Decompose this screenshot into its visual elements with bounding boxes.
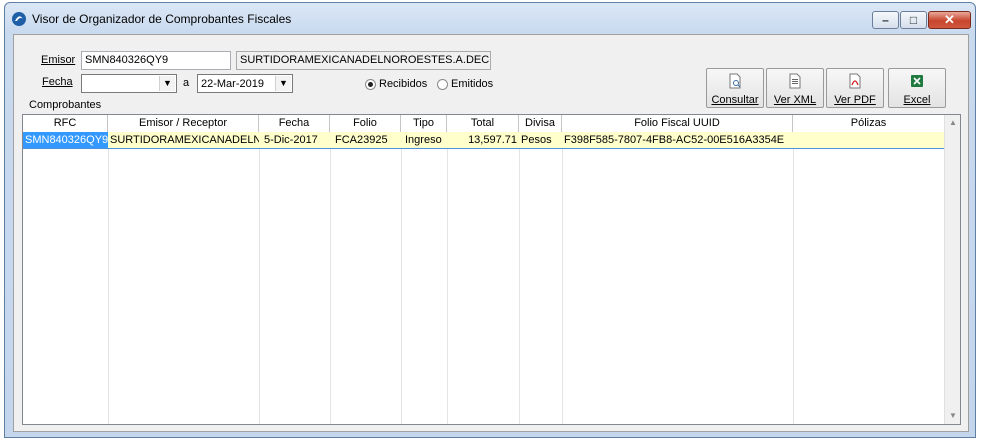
fecha-to-value: 22-Mar-2019 [201, 78, 264, 90]
col-header-folio[interactable]: Folio [330, 115, 401, 132]
consultar-button[interactable]: Consultar [706, 68, 764, 108]
xml-document-icon [789, 73, 801, 89]
cell-polizas[interactable] [793, 132, 945, 148]
title-bar[interactable]: Visor de Organizador de Comprobantes Fis… [5, 3, 975, 33]
col-header-fecha[interactable]: Fecha [259, 115, 330, 132]
client-area: Emisor SMN840326QY9 SURTIDORAMEXICANADEL… [13, 34, 969, 432]
ver-pdf-label: Ver PDF [834, 94, 876, 106]
cell-emisor-receptor[interactable]: SURTIDORAMEXICANADELNOI [108, 132, 259, 148]
column-divider [401, 132, 402, 424]
cell-total[interactable]: 13,597.71 [447, 132, 519, 148]
fecha-label: Fecha [42, 76, 73, 88]
emisor-name-field: SURTIDORAMEXICANADELNOROESTES.A.DEC.V. [236, 51, 491, 70]
close-button[interactable]: ✕ [928, 11, 971, 29]
cell-divisa[interactable]: Pesos [519, 132, 562, 148]
cell-folio-fiscal-uuid[interactable]: F398F585-7807-4FB8-AC52-00E516A3354E [562, 132, 793, 148]
col-header-total[interactable]: Total [447, 115, 519, 132]
col-header-folio-fiscal-uuid[interactable]: Folio Fiscal UUID [562, 115, 793, 132]
minimize-button[interactable]: – [872, 11, 899, 29]
emisor-rfc-input[interactable]: SMN840326QY9 [81, 51, 231, 70]
cell-tipo[interactable]: Ingreso [401, 132, 447, 148]
ver-pdf-button[interactable]: Ver PDF [826, 68, 884, 108]
column-divider [330, 132, 331, 424]
col-header-emisor-receptor[interactable]: Emisor / Receptor [108, 115, 259, 132]
consultar-label: Consultar [711, 94, 759, 106]
fecha-to-select[interactable]: 22-Mar-2019 ▼ [197, 74, 293, 93]
pdf-document-icon [849, 73, 861, 89]
col-header-polizas[interactable]: Pólizas [793, 115, 945, 132]
emisor-label: Emisor [41, 54, 75, 66]
maximize-icon: □ [909, 13, 918, 27]
column-divider [259, 132, 260, 424]
comprobantes-label: Comprobantes [29, 99, 102, 111]
minimize-icon: – [882, 13, 889, 27]
vertical-scrollbar[interactable]: ▲ ▼ [944, 115, 960, 424]
column-divider [562, 132, 563, 424]
a-label: a [183, 77, 190, 89]
comprobantes-grid[interactable]: RFC Emisor / Receptor Fecha Folio Tipo T… [22, 114, 961, 425]
ver-xml-label: Ver XML [773, 94, 817, 106]
ver-xml-button[interactable]: Ver XML [766, 68, 824, 108]
column-divider [519, 132, 520, 424]
col-header-divisa[interactable]: Divisa [519, 115, 562, 132]
document-search-icon [729, 73, 741, 89]
maximize-button[interactable]: □ [900, 11, 927, 29]
col-header-rfc[interactable]: RFC [23, 115, 108, 132]
close-icon: ✕ [944, 12, 955, 27]
column-divider [447, 132, 448, 424]
column-divider [108, 132, 109, 424]
chevron-down-icon[interactable]: ▼ [159, 76, 175, 91]
recibidos-label[interactable]: Recibidos [379, 78, 427, 90]
app-window: Visor de Organizador de Comprobantes Fis… [4, 2, 976, 438]
recibidos-radio[interactable] [365, 79, 376, 90]
chevron-down-icon[interactable]: ▼ [275, 76, 291, 91]
emitidos-radio[interactable] [437, 79, 448, 90]
window-title: Visor de Organizador de Comprobantes Fis… [32, 12, 292, 26]
app-logo-icon [12, 12, 26, 26]
scroll-up-icon[interactable]: ▲ [946, 115, 960, 131]
emitidos-label[interactable]: Emitidos [451, 78, 493, 90]
excel-label: Excel [903, 94, 931, 106]
column-divider [793, 132, 794, 424]
excel-icon [911, 75, 923, 87]
scroll-down-icon[interactable]: ▼ [946, 408, 960, 424]
fecha-label-text: Fecha [42, 76, 73, 88]
cell-rfc[interactable]: SMN840326QY9 [23, 132, 108, 148]
col-header-tipo[interactable]: Tipo [401, 115, 447, 132]
fecha-from-select[interactable]: ▼ [81, 74, 177, 93]
cell-folio[interactable]: FCA23925 [330, 132, 401, 148]
cell-fecha[interactable]: 5-Dic-2017 [259, 132, 330, 148]
emisor-label-text: Emisor [41, 54, 76, 66]
grid-header: RFC Emisor / Receptor Fecha Folio Tipo T… [23, 115, 945, 133]
excel-button[interactable]: Excel [888, 68, 946, 108]
table-row[interactable]: SMN840326QY9 SURTIDORAMEXICANADELNOI 5-D… [23, 132, 945, 149]
